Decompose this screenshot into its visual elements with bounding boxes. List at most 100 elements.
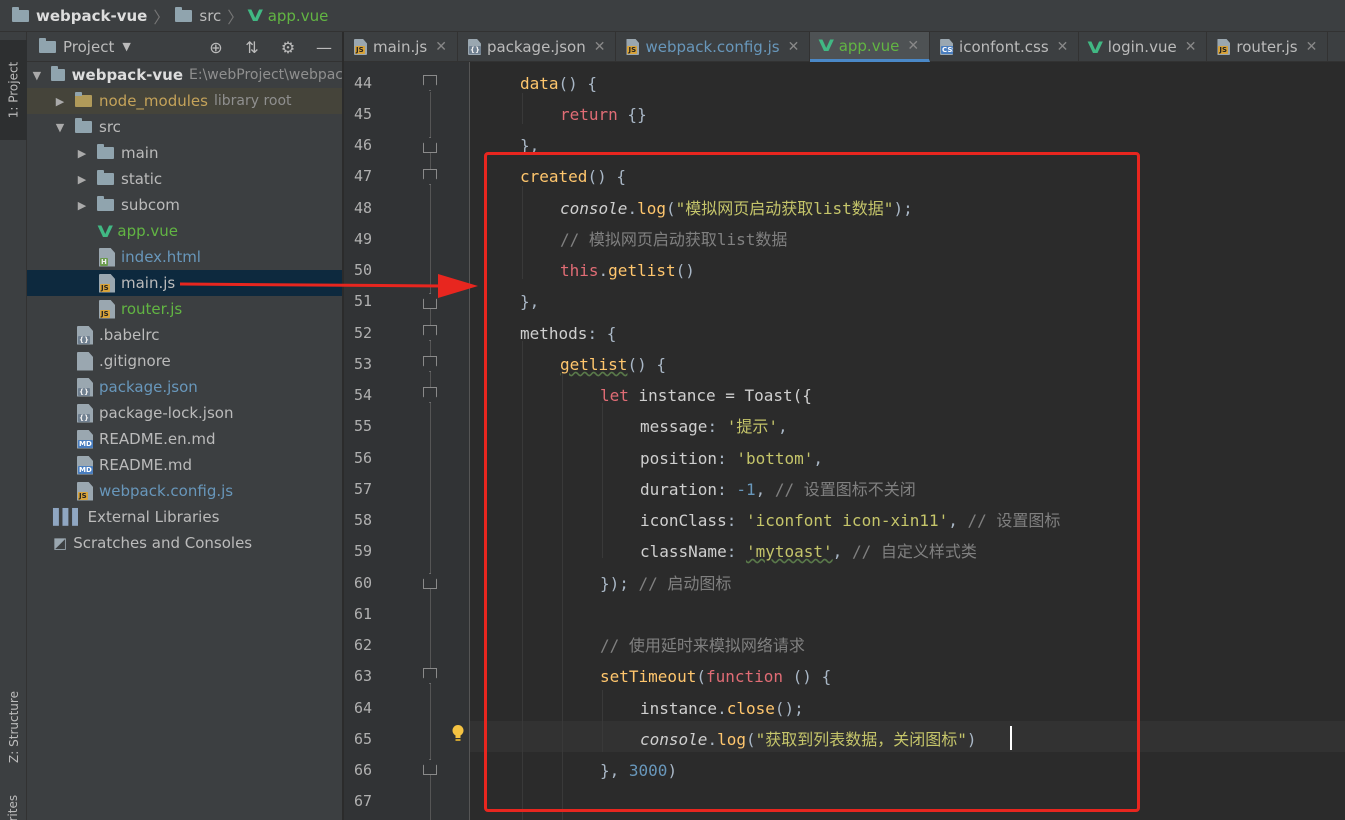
breadcrumb-file[interactable]: V app.vue — [248, 0, 329, 32]
tree-item-main-js[interactable]: JS main.js — [27, 270, 342, 296]
tool-tab-favorites-label: Favorites — [7, 795, 21, 820]
tab-router-js[interactable]: JS router.js ✕ — [1207, 32, 1329, 62]
tree-item-babelrc[interactable]: {} .babelrc — [27, 322, 342, 348]
tree-item-src[interactable]: ▼ src — [27, 114, 342, 140]
close-icon[interactable]: ✕ — [1057, 39, 1069, 55]
close-icon[interactable]: ✕ — [1185, 39, 1197, 55]
expand-arrow-icon[interactable]: ▼ — [53, 121, 67, 134]
breadcrumb-project[interactable]: webpack-vue — [12, 0, 147, 32]
tab-label: package.json — [486, 38, 586, 56]
tree-item-package-lock-json[interactable]: {} package-lock.json — [27, 400, 342, 426]
library-icon: ▌▌▌ — [53, 508, 84, 526]
line-number: 54 — [353, 386, 372, 404]
line-number: 60 — [353, 574, 372, 592]
line-number: 49 — [353, 230, 372, 248]
indent-guide — [522, 186, 523, 279]
js-file-icon: JS — [354, 39, 367, 55]
text-file-icon — [77, 351, 93, 371]
tree-item-index-html[interactable]: H index.html — [27, 244, 342, 270]
tree-item-app-vue[interactable]: V app.vue — [27, 218, 342, 244]
breadcrumb-folder-label: src — [199, 6, 222, 25]
tree-item-path: E:\webProject\webpac — [189, 67, 343, 83]
hide-panel-icon[interactable]: — — [306, 38, 342, 57]
folder-icon — [97, 196, 114, 211]
folder-icon — [50, 66, 65, 81]
tab-iconfont-css[interactable]: CSS iconfont.css ✕ — [930, 32, 1080, 62]
code-line-56: position: 'bottom', — [640, 449, 824, 468]
tree-item-webpack-config[interactable]: JS webpack.config.js — [27, 478, 342, 504]
js-file-icon: JS — [626, 39, 640, 55]
line-number: 58 — [353, 511, 372, 529]
tree-item-label: app.vue — [117, 222, 179, 240]
code-line-44: data() { — [520, 74, 598, 93]
close-icon[interactable]: ✕ — [907, 38, 919, 54]
js-file-icon: JS — [99, 299, 115, 319]
code-line-52: methods: { — [520, 324, 617, 343]
breadcrumb-folder[interactable]: src — [175, 0, 221, 32]
tab-package-json[interactable]: {} package.json ✕ — [458, 32, 617, 62]
tree-item-label: External Libraries — [87, 508, 220, 526]
tool-tab-favorites[interactable]: Favorites — [0, 792, 27, 820]
chevron-down-icon[interactable]: ▼ — [122, 40, 130, 53]
tree-item-external-libraries[interactable]: ▌▌▌ External Libraries — [27, 504, 342, 530]
code-line-54: let instance = Toast({ — [600, 386, 812, 405]
code-editor[interactable]: 44 45 46 47 48 49 50 51 52 53 54 55 56 5… — [344, 62, 1345, 820]
tree-item-static[interactable]: ▶ static — [27, 166, 342, 192]
tab-main-js[interactable]: JS main.js ✕ — [344, 32, 458, 62]
expand-arrow-icon[interactable]: ▶ — [75, 199, 89, 212]
close-icon[interactable]: ✕ — [435, 39, 447, 55]
project-panel-title[interactable]: Project — [63, 38, 114, 56]
line-number: 46 — [353, 136, 372, 154]
tree-item-root[interactable]: ▼ webpack-vue E:\webProject\webpac — [27, 62, 343, 88]
expand-arrow-icon[interactable]: ▼ — [31, 69, 43, 82]
tree-item-label: src — [99, 118, 121, 136]
collapse-all-icon[interactable]: ⇅ — [234, 38, 270, 57]
tree-item-readme[interactable]: MD README.md — [27, 452, 342, 478]
lightbulb-icon[interactable] — [451, 724, 465, 742]
gear-icon[interactable]: ⚙ — [270, 38, 306, 57]
line-number: 63 — [353, 667, 372, 685]
tree-item-label: webpack-vue — [71, 66, 184, 84]
code-line-50: this.getlist() — [560, 261, 695, 280]
tool-tab-project[interactable]: 1: Project — [0, 40, 27, 140]
expand-arrow-icon[interactable]: ▶ — [75, 147, 89, 160]
tree-item-readme-en[interactable]: MD README.en.md — [27, 426, 342, 452]
code-line-66: }, 3000) — [600, 761, 678, 780]
tab-webpack-config[interactable]: JS webpack.config.js ✕ — [616, 32, 811, 62]
tree-item-note: library root — [213, 93, 292, 109]
tree-item-label: subcom — [121, 196, 180, 214]
close-icon[interactable]: ✕ — [788, 39, 800, 55]
vue-icon: V — [818, 36, 835, 55]
close-icon[interactable]: ✕ — [594, 39, 606, 55]
tree-item-scratches[interactable]: ◩ Scratches and Consoles — [27, 530, 342, 556]
breadcrumb-project-label: webpack-vue — [36, 6, 148, 25]
close-icon[interactable]: ✕ — [1306, 39, 1318, 55]
expand-arrow-icon[interactable]: ▶ — [53, 95, 67, 108]
indent-guide — [522, 341, 523, 820]
markdown-file-icon: MD — [77, 455, 93, 475]
line-number: 51 — [353, 292, 372, 310]
tree-item-node-modules[interactable]: ▶ node_modules library root — [27, 88, 342, 114]
line-number: 66 — [353, 761, 372, 779]
tool-tab-structure-label: Z: Structure — [6, 691, 21, 763]
expand-arrow-icon[interactable]: ▶ — [75, 173, 89, 186]
code-line-63: setTimeout(function () { — [600, 667, 832, 686]
config-file-icon: {} — [77, 325, 93, 345]
project-panel-header: Project ▼ ⊕ ⇅ ⚙ — — [27, 32, 342, 62]
tree-item-gitignore[interactable]: .gitignore — [27, 348, 342, 374]
tab-label: iconfont.css — [959, 38, 1049, 56]
locate-file-icon[interactable]: ⊕ — [198, 38, 234, 57]
tab-login-vue[interactable]: V login.vue ✕ — [1079, 32, 1208, 62]
tab-label: login.vue — [1107, 38, 1177, 56]
chevron-right-icon: 〉 — [227, 7, 244, 27]
tool-tab-structure[interactable]: Z: Structure — [0, 672, 27, 782]
tree-item-router-js[interactable]: JS router.js — [27, 296, 342, 322]
code-line-60: }); // 启动图标 — [600, 574, 732, 593]
tree-item-subcom[interactable]: ▶ subcom — [27, 192, 342, 218]
tree-item-main[interactable]: ▶ main — [27, 140, 342, 166]
line-number: 62 — [353, 636, 372, 654]
editor-tab-bar: JS main.js ✕ {} package.json ✕ JS webpac… — [344, 32, 1345, 62]
line-number: 44 — [353, 74, 372, 92]
tab-app-vue[interactable]: V app.vue ✕ — [810, 32, 931, 62]
tree-item-package-json[interactable]: {} package.json — [27, 374, 342, 400]
